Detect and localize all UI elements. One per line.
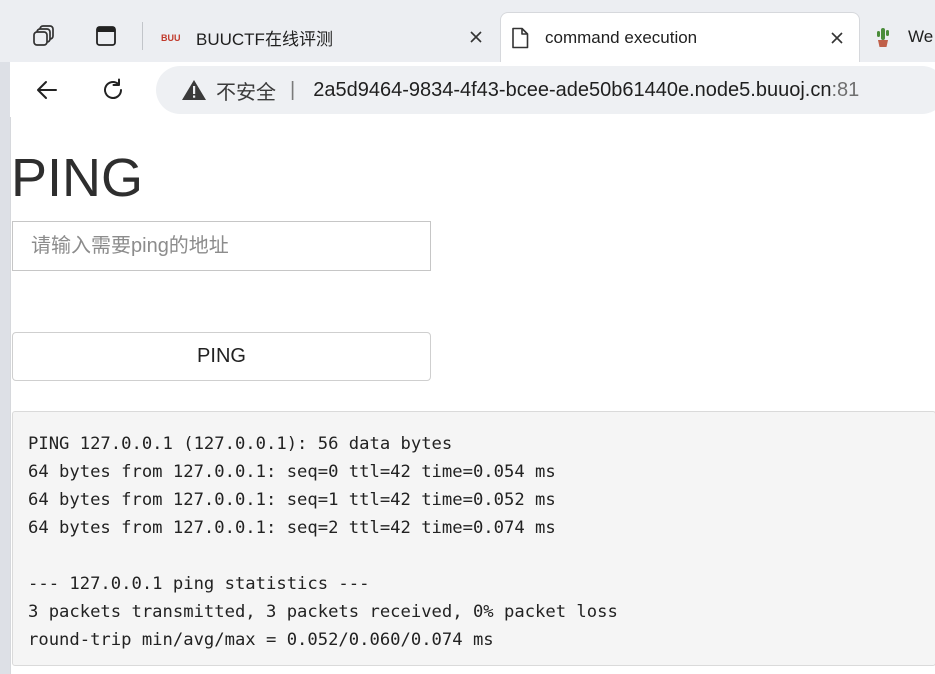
tab-bar: BUU BUUCTF在线评测 command execution We xyxy=(0,0,935,62)
output-line: --- 127.0.0.1 ping statistics --- xyxy=(28,574,370,594)
url-divider: | xyxy=(290,78,296,101)
back-button[interactable] xyxy=(27,70,67,110)
buuctf-logo-icon: BUU xyxy=(160,26,182,48)
toolbar: 不安全 | 2a5d9464-9834-4f43-bcee-ade50b6144… xyxy=(0,62,935,118)
close-tab-icon[interactable] xyxy=(462,23,490,51)
tab-partial[interactable]: We xyxy=(864,12,935,62)
output-line: 3 packets transmitted, 3 packets receive… xyxy=(28,602,618,622)
tab-buuctf[interactable]: BUU BUUCTF在线评测 xyxy=(152,12,498,62)
output-line: 64 bytes from 127.0.0.1: seq=0 ttl=42 ti… xyxy=(28,462,556,482)
tab-title: command execution xyxy=(545,27,698,47)
cactus-icon xyxy=(872,26,894,48)
reload-button[interactable] xyxy=(93,70,133,110)
url-port: :81 xyxy=(831,78,860,101)
page-title: PING xyxy=(11,148,144,208)
browser-chrome: BUU BUUCTF在线评测 command execution We 不安全 … xyxy=(0,0,935,118)
tab-command-execution[interactable]: command execution xyxy=(500,12,860,62)
url-host: 2a5d9464-9834-4f43-bcee-ade50b61440e.nod… xyxy=(313,78,832,101)
output-line: round-trip min/avg/max = 0.052/0.060/0.0… xyxy=(28,630,494,650)
tab-separator xyxy=(142,22,143,50)
tab-actions-icon[interactable] xyxy=(90,20,122,52)
output-line: 64 bytes from 127.0.0.1: seq=2 ttl=42 ti… xyxy=(28,518,556,538)
page-content: PING PING PING 127.0.0.1 (127.0.0.1): 56… xyxy=(10,117,935,674)
tab-title: BUUCTF在线评测 xyxy=(196,29,333,49)
output-line: 64 bytes from 127.0.0.1: seq=1 ttl=42 ti… xyxy=(28,490,556,510)
tab-title: We xyxy=(908,27,934,46)
back-arrow-icon xyxy=(37,81,57,99)
ping-output: PING 127.0.0.1 (127.0.0.1): 56 data byte… xyxy=(12,411,935,666)
ping-address-input[interactable] xyxy=(12,221,431,271)
close-tab-icon[interactable] xyxy=(823,24,851,52)
security-label[interactable]: 不安全 xyxy=(216,76,276,105)
svg-text:BUU: BUU xyxy=(161,33,181,43)
ping-button[interactable]: PING xyxy=(12,332,431,381)
side-panel-edge xyxy=(0,62,10,674)
workspaces-icon[interactable] xyxy=(28,20,60,52)
reload-icon xyxy=(104,78,122,99)
address-bar[interactable]: 不安全 | 2a5d9464-9834-4f43-bcee-ade50b6144… xyxy=(156,66,935,114)
url-text[interactable]: 2a5d9464-9834-4f43-bcee-ade50b61440e.nod… xyxy=(313,79,859,102)
output-line: PING 127.0.0.1 (127.0.0.1): 56 data byte… xyxy=(28,434,453,454)
document-icon xyxy=(509,27,531,49)
warning-triangle-icon[interactable] xyxy=(180,76,208,104)
